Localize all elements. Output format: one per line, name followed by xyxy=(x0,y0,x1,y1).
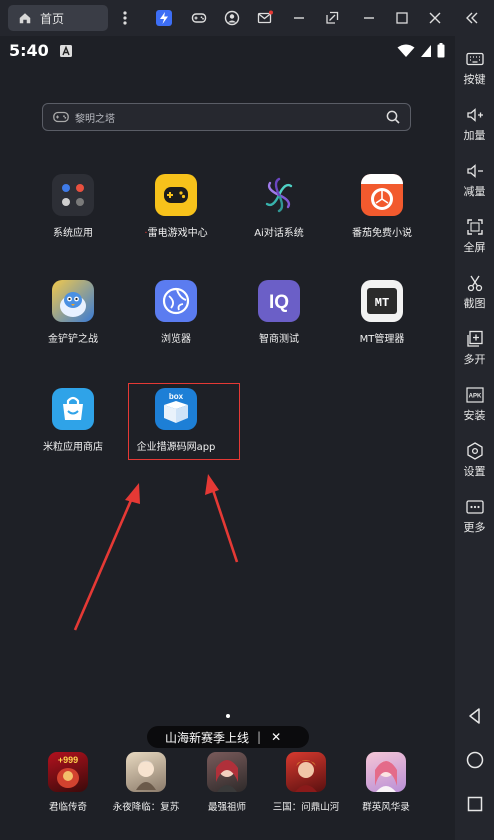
back-icon[interactable] xyxy=(465,706,485,726)
dock-app-yongye[interactable]: 永夜降临：复苏 xyxy=(105,752,187,813)
page-indicator-dot xyxy=(226,714,230,718)
dock-badge: +999 xyxy=(58,755,78,765)
sidebar-item-screenshot[interactable]: 截图 xyxy=(455,274,494,311)
sidebar-item-volume-up[interactable]: 加量 xyxy=(455,106,494,143)
dock-app-label: 最强祖师 xyxy=(207,802,246,813)
recents-icon[interactable] xyxy=(465,794,485,814)
sanguo-game-icon xyxy=(286,752,326,792)
sidebar-item-label: 全屏 xyxy=(463,241,486,254)
volume-up-icon xyxy=(466,108,483,122)
dock-app-sanguo[interactable]: 三国：问鼎山河 xyxy=(265,752,347,813)
dock-app-label: 君临传奇 xyxy=(48,802,87,813)
sidebar-item-volume-down[interactable]: 减量 xyxy=(455,162,494,199)
promo-toast[interactable]: 山海新赛季上线 | ✕ xyxy=(147,726,309,748)
dock-app-zuishi[interactable]: 最强祖师 xyxy=(186,752,268,813)
sidebar-item-label: 减量 xyxy=(463,185,486,198)
sidebar-item-label: 更多 xyxy=(463,521,486,534)
apk-install-icon: APK xyxy=(465,387,484,403)
sidebar-item-label: 按键 xyxy=(463,73,486,86)
arrow-right xyxy=(205,474,239,563)
sidebar-item-multi-instance[interactable]: 多开 xyxy=(455,330,494,367)
sidebar-item-fullscreen[interactable]: 全屏 xyxy=(455,218,494,255)
qunying-game-icon xyxy=(366,752,406,792)
toast-close-icon[interactable]: ✕ xyxy=(271,730,281,744)
sidebar-item-label: 安装 xyxy=(463,409,486,422)
sidebar-item-label: 截图 xyxy=(463,297,486,310)
multi-instance-icon xyxy=(466,330,483,347)
sidebar-item-keymap[interactable]: 按键 xyxy=(455,50,494,87)
sidebar-item-more[interactable]: 更多 xyxy=(455,498,494,535)
home-circle-icon[interactable] xyxy=(465,750,485,770)
annotation-arrows xyxy=(73,474,239,631)
dock-app-label: 群英风华录 xyxy=(362,802,410,813)
sidebar-item-label: 多开 xyxy=(463,353,486,366)
arrow-left xyxy=(73,483,140,631)
sidebar-item-label: 加量 xyxy=(463,129,486,142)
volume-down-icon xyxy=(466,164,483,178)
scissors-icon xyxy=(467,275,482,292)
more-icon xyxy=(465,500,484,514)
dock-app-label: 三国：问鼎山河 xyxy=(272,802,340,813)
yongye-game-icon xyxy=(126,752,166,792)
junlin-game-icon: +999 xyxy=(48,752,88,792)
sidebar-item-label: 设置 xyxy=(463,465,486,478)
sidebar-item-settings[interactable]: 设置 xyxy=(455,442,494,479)
fullscreen-icon xyxy=(466,219,483,235)
dock-app-junlin[interactable]: +999 君临传奇 xyxy=(27,752,109,813)
sidebar-item-install-apk[interactable]: APK 安装 xyxy=(455,386,494,423)
keyboard-icon xyxy=(465,52,484,66)
dock-app-qunying[interactable]: 群英风华录 xyxy=(345,752,427,813)
zuishi-game-icon xyxy=(207,752,247,792)
emulator-sidebar: 按键 加量 减量 全屏 截图 多开 APK 安装 设置 更多 xyxy=(455,36,494,840)
toast-text: 山海新赛季上线 xyxy=(165,730,250,745)
apk-icon-text: APK xyxy=(468,394,481,400)
settings-icon xyxy=(466,442,483,460)
toast-separator: | xyxy=(257,730,262,744)
dock-app-label: 永夜降临：复苏 xyxy=(112,802,180,813)
